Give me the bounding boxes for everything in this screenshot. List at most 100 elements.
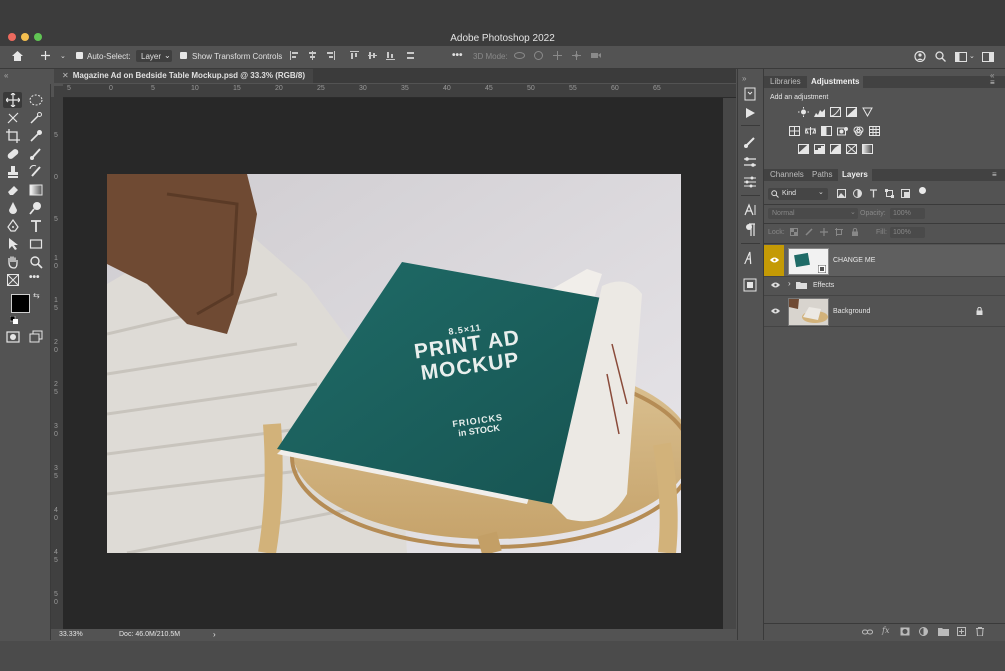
3d-roll-icon[interactable] (533, 51, 544, 60)
brightness-contrast-icon[interactable] (798, 107, 809, 117)
swap-colors-icon[interactable]: ⇆ (33, 291, 40, 300)
layer-filter-dropdown[interactable]: Kind ⌄ (768, 188, 828, 200)
lock-pixels-icon[interactable] (805, 228, 813, 236)
new-layer-icon[interactable] (957, 627, 966, 636)
lock-transparent-icon[interactable] (790, 228, 798, 236)
auto-select-dropdown[interactable]: Layer ⌄ (136, 50, 172, 62)
zoom-level[interactable]: 33.33% (59, 631, 83, 638)
libraries-panel-icon[interactable] (743, 278, 757, 292)
eye-icon[interactable] (771, 282, 780, 288)
rectangle-tool-icon[interactable] (29, 237, 43, 251)
group-expand-chevron[interactable]: › (788, 279, 791, 288)
opacity-input[interactable]: 100% (890, 208, 925, 219)
ruler-origin[interactable] (54, 86, 63, 97)
panels-icon[interactable] (982, 52, 994, 62)
marquee-tool-icon[interactable] (29, 93, 43, 107)
delete-layer-icon[interactable] (976, 627, 984, 636)
document-tab[interactable]: ✕ Magazine Ad on Bedside Table Mockup.psd… (54, 69, 313, 83)
healing-brush-icon[interactable] (6, 147, 20, 161)
curves-icon[interactable] (830, 107, 841, 117)
paragraph-panel-icon[interactable] (743, 223, 757, 237)
new-adjustment-icon[interactable] (919, 627, 928, 636)
home-icon[interactable] (11, 50, 24, 62)
photo-filter-icon[interactable] (837, 126, 848, 136)
levels-icon[interactable] (814, 107, 825, 117)
quick-mask-icon[interactable] (6, 330, 20, 344)
layer-row-background[interactable]: Background (764, 296, 1005, 327)
properties-icon[interactable] (743, 175, 757, 189)
threshold-icon[interactable] (830, 144, 841, 154)
black-white-icon[interactable] (821, 126, 832, 136)
frame-tool-icon[interactable] (6, 273, 20, 287)
lasso-tool-icon[interactable] (6, 111, 20, 125)
tab-paths[interactable]: Paths (808, 169, 836, 181)
status-menu-button[interactable]: › (213, 630, 216, 639)
align-left-icon[interactable] (290, 51, 299, 60)
clone-stamp-icon[interactable] (6, 165, 20, 179)
brush-settings-icon[interactable] (743, 135, 757, 149)
color-balance-icon[interactable] (805, 126, 816, 136)
glyphs-panel-icon[interactable] (743, 251, 757, 265)
3d-pan-icon[interactable] (552, 51, 563, 60)
tab-channels[interactable]: Channels (766, 169, 808, 181)
eyedropper-icon[interactable] (29, 129, 43, 143)
new-group-icon[interactable] (938, 627, 949, 636)
exposure-icon[interactable] (846, 107, 857, 117)
history-panel-icon[interactable] (743, 87, 757, 101)
lock-icon[interactable] (976, 307, 983, 315)
color-lookup-icon[interactable] (869, 126, 880, 136)
distribute-icon[interactable] (406, 51, 415, 60)
tab-adjustments[interactable]: Adjustments (807, 76, 864, 88)
eraser-tool-icon[interactable] (6, 183, 20, 197)
close-icon[interactable]: ✕ (62, 71, 69, 80)
invert-icon[interactable] (798, 144, 809, 154)
hue-saturation-icon[interactable] (789, 126, 800, 136)
magic-wand-icon[interactable] (29, 111, 43, 125)
pen-tool-icon[interactable] (6, 219, 20, 233)
layer-row-change-me[interactable]: CHANGE ME (764, 245, 1005, 277)
lock-all-icon[interactable] (851, 228, 859, 236)
filter-smart-object-icon[interactable] (901, 189, 910, 198)
eye-icon[interactable] (771, 308, 780, 314)
show-transform-checkbox[interactable] (180, 52, 187, 59)
brushes-icon[interactable] (743, 155, 757, 169)
collapse-toolbox-icon[interactable]: « (4, 71, 8, 80)
brush-tool-icon[interactable] (29, 147, 43, 161)
filter-pixel-icon[interactable] (837, 189, 846, 198)
search-icon[interactable] (935, 51, 946, 62)
default-colors-icon[interactable] (10, 316, 18, 324)
blur-tool-icon[interactable] (6, 201, 20, 215)
chevron-down-icon[interactable]: ⌄ (60, 52, 66, 60)
move-tool-icon[interactable] (6, 93, 20, 107)
move-tool-icon[interactable] (41, 51, 50, 60)
align-bottom-icon[interactable] (386, 51, 395, 60)
document-canvas[interactable]: 8.5×11 PRINT AD MOCKUP FRIOICKS in STOCK (107, 174, 681, 553)
tab-libraries[interactable]: Libraries (766, 76, 805, 88)
screen-mode-icon[interactable] (29, 330, 43, 344)
crop-tool-icon[interactable] (6, 129, 20, 143)
filter-adjustment-icon[interactable] (853, 189, 862, 198)
blend-mode-dropdown[interactable]: Normal ⌄ (768, 208, 858, 219)
align-top-icon[interactable] (350, 51, 359, 60)
chevron-down-icon[interactable]: ⌄ (969, 52, 975, 60)
collapse-panels-icon[interactable]: » (742, 74, 746, 83)
lock-artboard-icon[interactable] (835, 228, 843, 236)
hand-tool-icon[interactable] (6, 255, 20, 269)
edit-toolbar-button[interactable]: ••• (29, 272, 40, 283)
layer-style-icon[interactable]: fx (882, 626, 889, 635)
character-panel-icon[interactable] (743, 203, 757, 217)
foreground-color-swatch[interactable] (11, 294, 30, 313)
align-middle-icon[interactable] (368, 51, 377, 60)
link-layers-icon[interactable] (862, 628, 873, 636)
share-icon[interactable] (914, 51, 926, 62)
canvas-vertical-scrollbar[interactable] (723, 98, 736, 629)
workspace-icon[interactable] (955, 52, 967, 62)
lock-position-icon[interactable] (820, 228, 828, 236)
path-selection-icon[interactable] (6, 237, 20, 251)
zoom-tool-icon[interactable] (29, 255, 43, 269)
3d-slide-icon[interactable] (571, 51, 582, 60)
align-center-icon[interactable] (308, 51, 317, 60)
panel-menu-icon[interactable]: ≡ (990, 78, 995, 87)
vibrance-icon[interactable] (862, 107, 873, 117)
gradient-map-icon[interactable] (862, 144, 873, 154)
